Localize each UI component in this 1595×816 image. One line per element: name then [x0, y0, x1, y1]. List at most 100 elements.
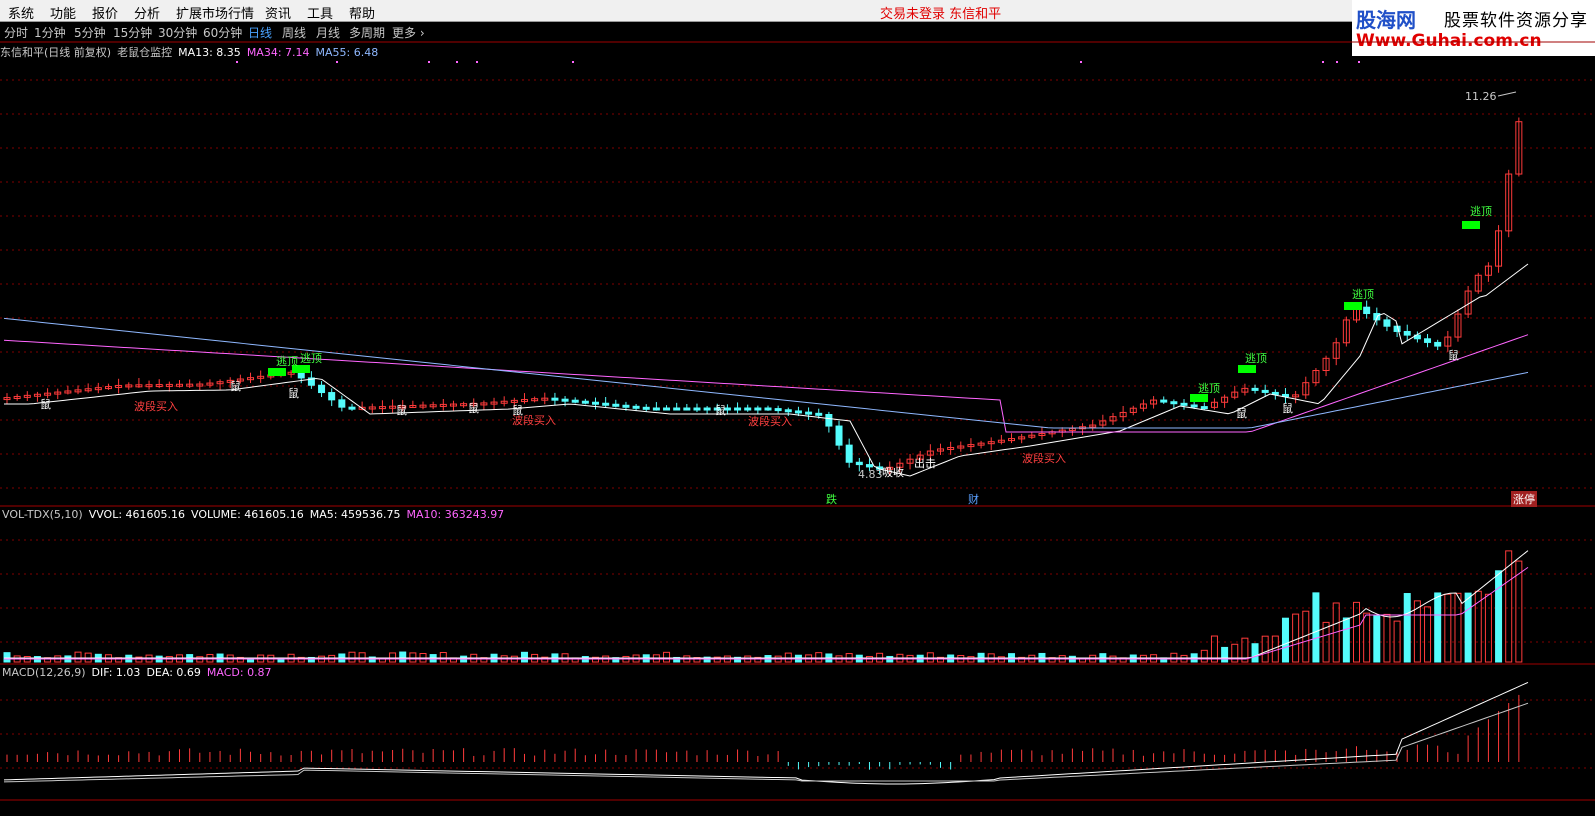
candle-body	[754, 407, 762, 411]
candle-body	[663, 407, 671, 411]
volume-bar	[1434, 592, 1442, 663]
rat-signal: 鼠	[1282, 402, 1293, 415]
volume-bar	[409, 652, 417, 663]
ma34-value: MA34: 7.14	[246, 46, 310, 59]
volume-bar	[1403, 593, 1411, 663]
volume-bar	[1464, 592, 1472, 663]
ma55-value: MA55: 6.48	[315, 46, 379, 59]
dif-value: DIF: 1.03	[91, 666, 141, 679]
candle-body	[1424, 338, 1432, 343]
rat-signal: 鼠	[288, 387, 299, 400]
ma13-value: MA13: 8.35	[178, 46, 241, 59]
escape-top-signal: 逃顶	[276, 355, 298, 368]
high-price-pointer	[1497, 91, 1517, 97]
candle-body	[297, 371, 305, 379]
candle-body	[338, 399, 346, 408]
volume-bar	[1373, 614, 1381, 663]
candle-body	[744, 407, 752, 411]
rat-signal: 鼠	[396, 404, 407, 417]
candle-body	[642, 406, 650, 410]
candle-body	[632, 405, 640, 409]
candle-body	[318, 384, 326, 394]
candle-body	[734, 407, 742, 411]
candle-body	[693, 407, 701, 411]
vvol-value: VVOL: 461605.16	[88, 508, 186, 521]
top-marker-dot	[1336, 61, 1338, 63]
volume-bar	[520, 651, 528, 663]
escape-top-box	[1462, 221, 1480, 229]
candle-body	[1403, 330, 1411, 336]
candle-body	[703, 407, 711, 411]
low-price-label: 4.83	[858, 468, 883, 481]
volume-ma5-line	[4, 550, 1529, 659]
macd-dif-line	[3, 681, 1529, 785]
volume-bar	[348, 651, 356, 663]
candle-body	[551, 397, 559, 401]
volume-bar	[1363, 612, 1371, 663]
wave-buy-signal: 波段买入	[1022, 452, 1066, 465]
top-marker-dot	[428, 61, 430, 63]
volume-bar	[1515, 560, 1523, 663]
escape-top-signal: 逃顶	[1352, 288, 1374, 301]
candle-body	[845, 444, 853, 463]
escape-top-signal: 逃顶	[300, 352, 322, 365]
volume-ma10-line	[4, 566, 1529, 660]
candle-body	[784, 409, 792, 413]
rat-signal: 鼠	[230, 380, 241, 393]
chart-canvas[interactable]	[0, 0, 1595, 816]
candle-body	[764, 407, 772, 411]
indicator-name[interactable]: 老鼠仓监控	[117, 46, 172, 59]
rat-signal: 鼠	[1236, 407, 1247, 420]
candle-body	[581, 400, 589, 404]
macd-dea-line	[3, 702, 1529, 783]
candle-body	[1180, 402, 1188, 406]
volume-indicator-name[interactable]: VOL-TDX(5,10)	[2, 508, 83, 521]
volume-panel-title: VOL-TDX(5,10) VVOL: 461605.16 VOLUME: 4616…	[2, 508, 510, 521]
volume-bar	[1312, 592, 1320, 663]
candle-body	[1160, 399, 1168, 403]
candle-body	[1261, 389, 1269, 393]
volume-bar	[399, 651, 407, 663]
rat-signal: 鼠	[468, 402, 479, 415]
top-marker-dot	[1358, 61, 1360, 63]
candle-body	[855, 461, 863, 466]
volume-bar	[389, 652, 397, 663]
volume-bar	[3, 652, 11, 663]
candle-body	[571, 399, 579, 403]
candle-body	[774, 408, 782, 412]
volume-bar	[1221, 646, 1229, 663]
volume-value: VOLUME: 461605.16	[191, 508, 304, 521]
limit-up-marker: 涨停	[1511, 491, 1537, 507]
volume-bar	[1353, 601, 1361, 663]
rat-signal: 鼠	[715, 404, 726, 417]
volume-bar	[1200, 649, 1208, 663]
candle-body	[1190, 404, 1198, 408]
dea-value: DEA: 0.69	[146, 666, 201, 679]
candle-body	[835, 425, 843, 446]
rat-signal: 鼠	[512, 404, 523, 417]
absorb-signal: 吸收	[882, 466, 904, 479]
candle-body	[592, 401, 600, 405]
volume-bar	[663, 651, 671, 663]
candle-body	[1170, 401, 1178, 405]
macd-indicator-name[interactable]: MACD(12,26,9)	[2, 666, 86, 679]
rat-signal: 鼠	[40, 398, 51, 411]
high-price-label: 11.26	[1465, 90, 1497, 103]
volume-bar	[1292, 613, 1300, 663]
candle-body	[1251, 387, 1259, 391]
candle-body	[602, 402, 610, 406]
candle-body	[865, 464, 873, 468]
wave-buy-signal: 波段买入	[134, 400, 178, 413]
candle-body	[825, 414, 833, 427]
escape-top-signal: 逃顶	[1470, 205, 1492, 218]
candle-body	[612, 403, 620, 407]
escape-top-box	[268, 368, 286, 376]
volume-bar	[1261, 635, 1269, 663]
volume-bar	[815, 652, 823, 663]
stock-name[interactable]: 东信和平(日线 前复权)	[0, 46, 111, 59]
volume-bar	[1281, 617, 1289, 663]
cai-marker: 财	[968, 493, 979, 506]
escape-top-box	[1344, 302, 1362, 310]
top-marker-dot	[476, 61, 478, 63]
top-marker-dot	[236, 61, 238, 63]
